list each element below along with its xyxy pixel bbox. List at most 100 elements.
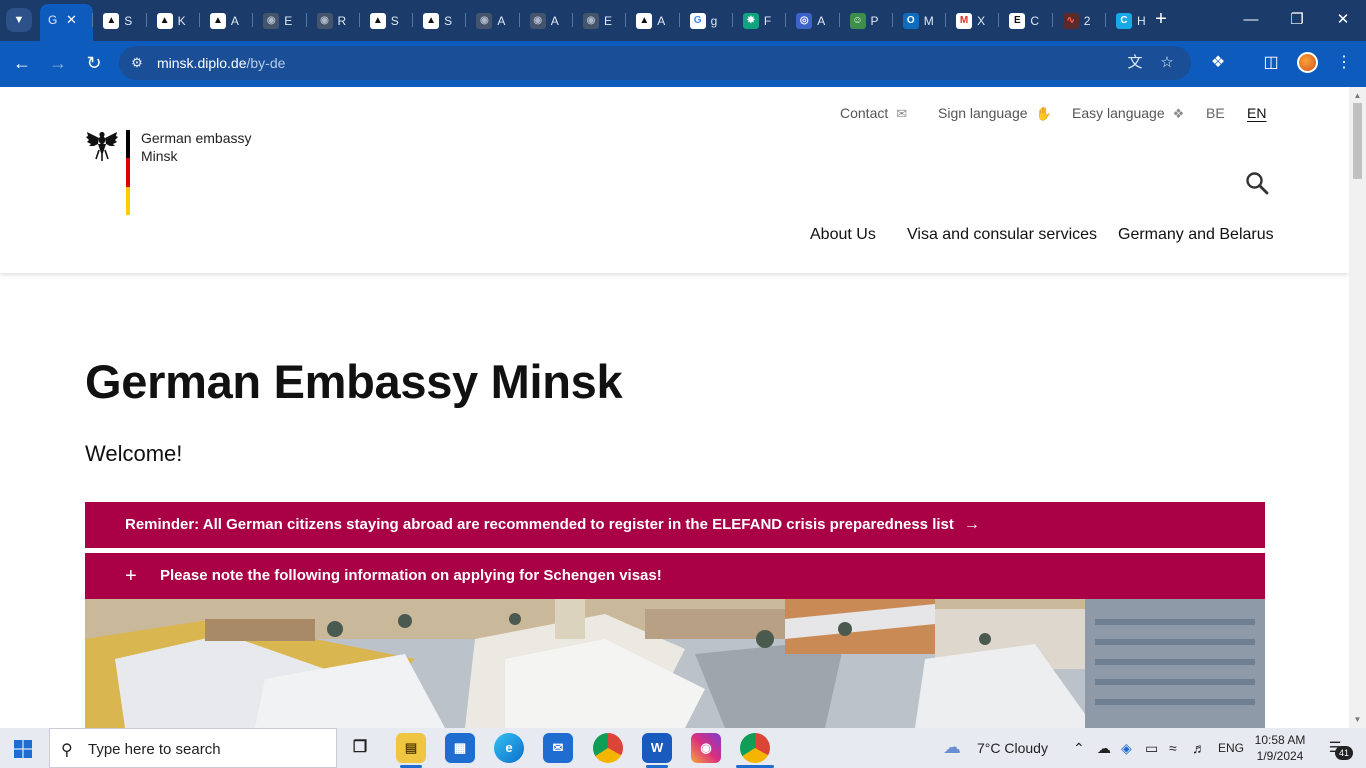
red-swirl-icon: ∿: [1062, 13, 1079, 29]
eagle-icon: ▲: [369, 13, 386, 29]
tab-separator: [92, 13, 94, 27]
close-tab-icon[interactable]: ✕: [66, 4, 77, 36]
tab-separator: [358, 13, 360, 27]
browser-tab[interactable]: ▲ A: [200, 6, 253, 36]
lang-en-link[interactable]: EN: [1247, 105, 1266, 121]
restore-button[interactable]: ❐: [1274, 6, 1320, 34]
instagram-icon[interactable]: ◉: [691, 733, 721, 763]
notification-center-icon[interactable]: ☰ 41: [1324, 737, 1353, 760]
google-icon: G: [689, 13, 706, 29]
tab-separator: [891, 13, 893, 27]
edge-icon[interactable]: e: [494, 733, 524, 763]
tab-title: E: [604, 14, 613, 28]
nav-germany-belarus[interactable]: Germany and Belarus: [1118, 226, 1274, 244]
search-icon[interactable]: [1245, 171, 1269, 195]
sign-language-link[interactable]: Sign language ✋: [938, 105, 1052, 122]
browser-tab[interactable]: ▲ A: [626, 6, 679, 36]
browser-tab[interactable]: ◉ E: [573, 6, 626, 36]
scroll-down-icon[interactable]: ▼: [1352, 714, 1363, 725]
browser-toolbar: ← → ↻ ⚙ minsk.diplo.de/by-de 文 ☆ ❖ ◫ ⋮: [0, 41, 1366, 87]
tab-title: M: [923, 14, 934, 28]
browser-tab[interactable]: ◉ A: [466, 6, 519, 36]
browser-tab[interactable]: ☺ P: [840, 6, 893, 36]
scroll-up-icon[interactable]: ▲: [1352, 90, 1363, 101]
site-info-icon[interactable]: ⚙: [129, 55, 145, 71]
address-bar[interactable]: ⚙ minsk.diplo.de/by-de 文 ☆: [119, 46, 1191, 80]
tab-search-dropdown-icon[interactable]: ▼: [6, 8, 32, 32]
store-icon[interactable]: ▦: [445, 733, 475, 763]
translate-icon[interactable]: 文: [1126, 54, 1144, 72]
forward-button[interactable]: →: [44, 49, 72, 77]
scroll-thumb[interactable]: [1353, 103, 1362, 179]
chrome-icon[interactable]: [593, 733, 623, 763]
browser-tab[interactable]: ✸ F: [733, 6, 786, 36]
word-icon[interactable]: W: [642, 733, 672, 763]
browser-tab[interactable]: ▲ S: [93, 6, 146, 36]
federal-eagle-logo[interactable]: [85, 128, 119, 162]
globe-icon: ◉: [529, 13, 546, 29]
extensions-icon[interactable]: ❖: [1207, 52, 1229, 74]
browser-tab[interactable]: EC: [999, 6, 1052, 36]
task-view-icon[interactable]: ❐: [345, 733, 375, 763]
wifi-icon[interactable]: ≈: [1169, 740, 1177, 756]
input-language[interactable]: ENG: [1218, 741, 1244, 755]
bluetooth-icon[interactable]: ◈: [1121, 740, 1132, 757]
nav-visa-consular[interactable]: Visa and consular services: [907, 226, 1097, 244]
arrow-right-icon: →: [963, 516, 980, 533]
browser-tab[interactable]: OM: [893, 6, 946, 36]
browser-tab[interactable]: G ✕: [40, 4, 93, 41]
new-tab-button[interactable]: +: [1150, 8, 1172, 32]
weather-text[interactable]: 7°C Cloudy: [977, 740, 1048, 756]
notification-count: 41: [1335, 746, 1353, 760]
onedrive-icon[interactable]: ☁: [1097, 740, 1111, 757]
blue-circle-icon: ◎: [796, 13, 813, 29]
browser-tab[interactable]: ▲ S: [360, 6, 413, 36]
tab-title: R: [337, 14, 347, 28]
start-button[interactable]: [14, 740, 32, 758]
back-button[interactable]: ←: [8, 49, 36, 77]
volume-icon[interactable]: ♬: [1192, 740, 1206, 756]
browser-tab[interactable]: ◎ A: [786, 6, 839, 36]
browser-tab[interactable]: ◉ E: [253, 6, 306, 36]
taskbar-search-box[interactable]: ⚲ Type here to search: [49, 728, 337, 768]
easy-language-link[interactable]: Easy language ❖: [1072, 105, 1184, 122]
browser-tab[interactable]: Gg: [680, 6, 733, 36]
schengen-visa-accordion[interactable]: + Please note the following information …: [85, 553, 1265, 599]
elefand-reminder-banner[interactable]: Reminder: All German citizens staying ab…: [85, 502, 1265, 548]
chrome-active-icon[interactable]: [740, 733, 770, 763]
browser-tab[interactable]: ◉ R: [307, 6, 360, 36]
e-circle-icon: E: [1009, 13, 1026, 29]
outlook-icon: O: [902, 13, 919, 29]
green-robot-icon: ☺: [849, 13, 866, 29]
system-clock[interactable]: 10:58 AM 1/9/2024: [1245, 732, 1315, 764]
show-hidden-icons-icon[interactable]: ⌃: [1073, 740, 1085, 757]
mail-icon[interactable]: ✉: [543, 733, 573, 763]
browser-tab[interactable]: ▲ S: [413, 6, 466, 36]
file-explorer-icon[interactable]: ▤: [396, 733, 426, 763]
nav-about-us[interactable]: About Us: [810, 226, 876, 244]
brand-line-1[interactable]: German embassy: [141, 130, 251, 146]
contact-link[interactable]: Contact ✉: [840, 105, 907, 122]
browser-tab[interactable]: MX: [946, 6, 999, 36]
hand-icon: ✋: [1035, 106, 1052, 121]
eagle-icon: ▲: [636, 13, 653, 29]
minimize-button[interactable]: —: [1228, 6, 1274, 34]
lang-be-link[interactable]: BE: [1206, 105, 1225, 121]
browser-tab[interactable]: ∿ 2: [1053, 6, 1106, 36]
bookmark-star-icon[interactable]: ☆: [1158, 54, 1176, 72]
profile-avatar[interactable]: [1297, 52, 1318, 73]
tab-title: G: [48, 13, 58, 27]
browser-tab[interactable]: ▲ K: [147, 6, 200, 36]
eagle-icon: ▲: [103, 13, 120, 29]
side-panel-icon[interactable]: ◫: [1260, 52, 1282, 74]
tab-title: A: [230, 14, 239, 28]
weather-cloud-icon[interactable]: ☁: [943, 737, 961, 758]
url-text[interactable]: minsk.diplo.de/by-de: [157, 55, 285, 71]
page-scrollbar[interactable]: ▲ ▼: [1349, 87, 1366, 728]
menu-kebab-icon[interactable]: ⋮: [1333, 52, 1355, 74]
battery-icon[interactable]: ▭: [1145, 740, 1158, 757]
brand-line-2[interactable]: Minsk: [141, 148, 178, 164]
reload-button[interactable]: ↻: [80, 49, 108, 77]
browser-tab[interactable]: ◉ A: [520, 6, 573, 36]
close-window-button[interactable]: ✕: [1320, 6, 1366, 34]
